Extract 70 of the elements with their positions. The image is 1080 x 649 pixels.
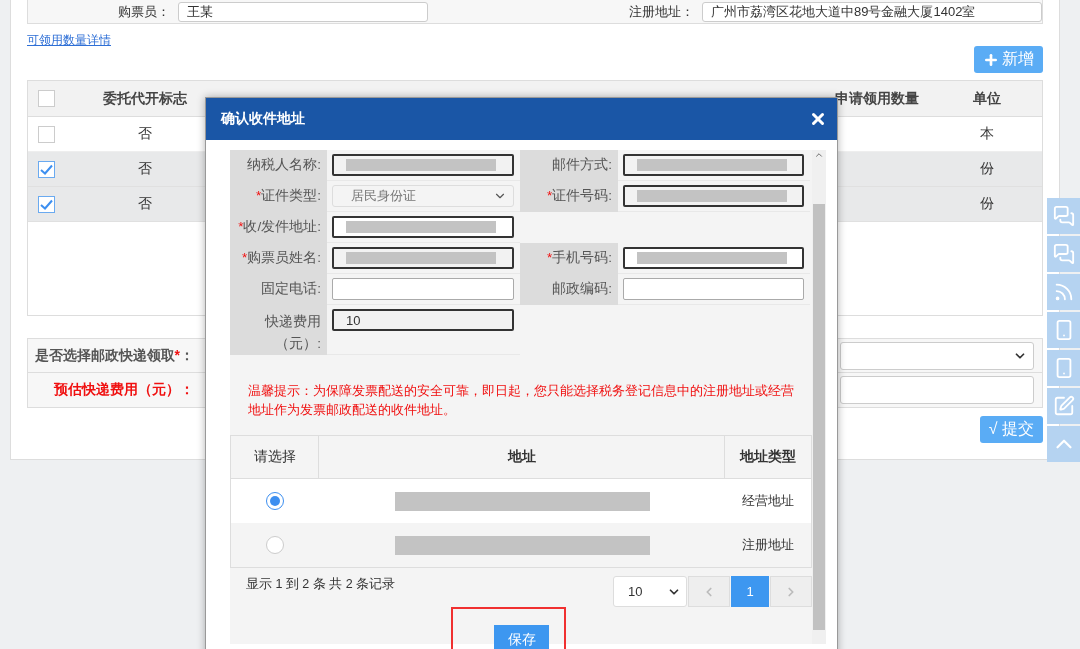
field-label: 快递费用（元）: — [230, 305, 327, 355]
side-tool-button[interactable] — [1047, 236, 1080, 272]
field-label: *手机号码: — [520, 243, 618, 274]
radio-button[interactable] — [266, 492, 284, 510]
side-tool-button[interactable] — [1047, 198, 1080, 234]
table-cell-text: 否 — [136, 125, 153, 143]
details-link[interactable]: 可领用数量详情 — [27, 33, 111, 47]
table-cell-text: 否 — [136, 160, 153, 178]
select-field[interactable]: 居民身份证 — [332, 185, 514, 207]
field-label: 纳税人名称: — [230, 150, 327, 181]
field-label: *证件号码: — [520, 181, 618, 212]
field-label: 预估快递费用（元）： — [52, 381, 195, 399]
checkbox[interactable] — [38, 125, 55, 143]
chat-icon — [1052, 243, 1075, 265]
input-field[interactable] — [623, 278, 804, 300]
field-label: *收/发件地址: — [230, 212, 327, 243]
input-field[interactable] — [623, 185, 804, 207]
field-label: 邮政编码: — [520, 274, 618, 305]
checkbox[interactable] — [38, 195, 55, 213]
side-tool-button[interactable] — [1047, 312, 1080, 348]
column-header: 委托代开标志 — [101, 89, 188, 108]
notice-text: 温馨提示：为保障发票配送的安全可靠，即日起，您只能选择税务登记信息中的注册地址或经营地址作为发票邮政配送的收件地址。 — [247, 382, 795, 419]
table-cell-text: 份 — [979, 195, 995, 213]
field-label: 是否选择邮政快递领取*： — [33, 346, 195, 365]
input-field[interactable]: 王某 — [178, 1, 428, 22]
checkbox[interactable] — [38, 90, 55, 107]
column-header: 请选择 — [231, 436, 319, 478]
input-field[interactable] — [623, 154, 804, 176]
close-icon[interactable] — [809, 110, 827, 128]
side-tool-button[interactable] — [1047, 426, 1080, 462]
column-header: 地址类型 — [738, 448, 797, 466]
field-label: 固定电话: — [230, 274, 327, 305]
input-field[interactable] — [332, 216, 514, 238]
check-icon — [40, 198, 53, 210]
field-label: *购票员姓名: — [230, 243, 327, 274]
chat-icon — [1052, 205, 1075, 227]
table-cell-text: 否 — [136, 195, 153, 213]
edit-icon — [1052, 395, 1075, 417]
record-count-text: 显示 1 到 2 条 共 2 条记录 — [246, 576, 396, 593]
scroll-up-icon[interactable] — [814, 150, 824, 160]
page-size-select[interactable]: 10 — [613, 576, 687, 607]
next-page-button[interactable] — [770, 576, 812, 607]
checkbox[interactable] — [38, 160, 55, 178]
column-header: 地址 — [319, 436, 725, 478]
field-label: *证件类型: — [230, 181, 327, 212]
field-label: 购票员： — [117, 2, 171, 21]
column-header: 单位 — [972, 89, 1002, 108]
field-label: 邮件方式: — [520, 150, 618, 181]
input-field[interactable] — [332, 154, 514, 176]
table-cell-text: 经营地址 — [741, 492, 795, 510]
table-cell-text: 份 — [979, 160, 995, 178]
previous-page-button[interactable] — [688, 576, 730, 607]
page-button[interactable]: 1 — [731, 576, 769, 607]
table-cell-text: 注册地址 — [741, 536, 795, 554]
side-tool-button[interactable] — [1047, 388, 1080, 424]
plus-icon — [983, 51, 999, 68]
save-button[interactable]: 保存 — [494, 625, 549, 649]
field-label: 注册地址： — [628, 2, 695, 21]
dialog-title: 确认收件地址 — [221, 110, 305, 128]
select-field[interactable] — [840, 341, 1034, 370]
radio-button[interactable] — [266, 536, 284, 554]
input-field[interactable] — [332, 247, 514, 269]
input-field[interactable]: 10 — [332, 309, 514, 331]
check-icon — [40, 163, 53, 175]
side-tool-button[interactable] — [1047, 350, 1080, 386]
input-field[interactable] — [623, 247, 804, 269]
input-field[interactable] — [332, 278, 514, 300]
input-field[interactable]: 广州市荔湾区花地大道中89号金融大厦1402室 — [702, 1, 1042, 22]
table-cell-text: 本 — [979, 125, 995, 143]
side-tool-button[interactable] — [1047, 274, 1080, 310]
